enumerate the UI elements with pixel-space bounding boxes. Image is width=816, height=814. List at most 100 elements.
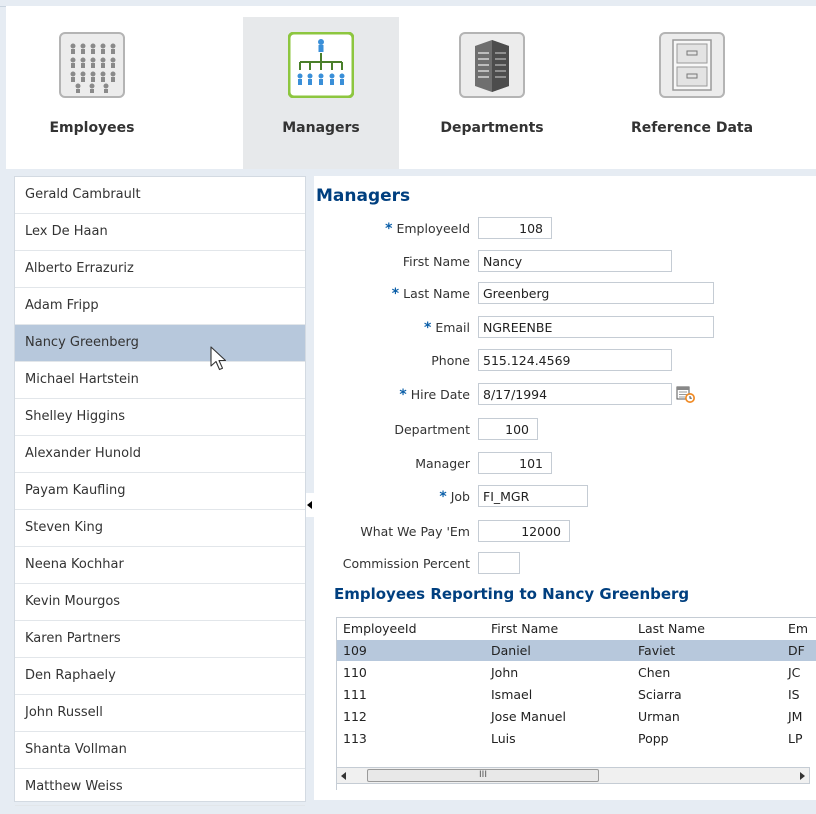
last-name-label: Last Name [403, 286, 470, 301]
column-header[interactable]: EmployeeId [343, 618, 417, 639]
table-cell: Urman [638, 709, 680, 724]
table-cell: Popp [638, 731, 669, 746]
list-item[interactable]: Den Raphaely [15, 658, 305, 695]
list-item[interactable]: Payam Kaufling [15, 473, 305, 510]
table-cell: Ismael [491, 687, 533, 702]
list-item[interactable]: Gerald Cambrault [15, 177, 305, 214]
list-item[interactable]: Adam Fripp [15, 288, 305, 325]
file-cabinet-icon [659, 32, 725, 98]
email-label: Email [435, 320, 470, 335]
table-row[interactable]: 113 Luis Popp LP [337, 728, 816, 749]
calendar-icon[interactable] [676, 384, 696, 404]
list-item[interactable]: Neena Kochhar [15, 547, 305, 584]
salary-field[interactable]: 12000 [478, 520, 570, 542]
field-row-salary: What We Pay 'Em 12000 [314, 520, 816, 544]
scroll-left-arrow-icon[interactable] [341, 772, 346, 780]
column-header[interactable]: Em [788, 618, 808, 639]
field-row-hire-date: * Hire Date 8/17/1994 [314, 383, 816, 407]
table-cell: Sciarra [638, 687, 682, 702]
employee-id-label: EmployeeId [396, 221, 470, 236]
table-cell: Luis [491, 731, 516, 746]
field-row-department: Department 100 [314, 418, 816, 442]
table-row[interactable]: 112 Jose Manuel Urman JM [337, 706, 816, 727]
department-field[interactable]: 100 [478, 418, 538, 440]
tab-reference-data[interactable]: Reference Data [614, 17, 770, 169]
table-cell: JC [788, 665, 801, 680]
reports-table: EmployeeId First Name Last Name Em 109 D… [336, 617, 816, 790]
list-item[interactable]: John Russell [15, 695, 305, 732]
job-label: Job [450, 489, 470, 504]
top-navigation: Employees Managers Departments Reference… [6, 6, 816, 169]
required-marker: * [391, 286, 400, 302]
horizontal-scrollbar[interactable]: III [336, 767, 810, 784]
table-cell: DF [788, 643, 805, 658]
field-row-phone: Phone 515.124.4569 [314, 349, 816, 373]
list-item[interactable]: Shelley Higgins [15, 399, 305, 436]
required-marker: * [385, 221, 393, 237]
org-chart-icon [287, 31, 355, 99]
list-item[interactable]: Karen Partners [15, 621, 305, 658]
list-item[interactable]: Lex De Haan [15, 214, 305, 251]
list-item[interactable]: Matthew Weiss [15, 769, 305, 806]
table-cell: John [491, 665, 519, 680]
column-header[interactable]: Last Name [638, 618, 705, 639]
email-field[interactable]: NGREENBE [478, 316, 714, 338]
list-item[interactable]: Alexander Hunold [15, 436, 305, 473]
table-cell: Jose Manuel [491, 709, 566, 724]
field-row-commission: Commission Percent [314, 552, 816, 576]
manager-detail-panel: Managers * EmployeeId 108 First Name Nanc… [314, 176, 816, 800]
commission-label: Commission Percent [342, 556, 470, 571]
hire-date-label: Hire Date [410, 387, 470, 402]
first-name-field[interactable]: Nancy [478, 250, 672, 272]
field-row-first-name: First Name Nancy [314, 250, 816, 274]
table-cell: 109 [343, 643, 367, 658]
tab-managers-label: Managers [282, 120, 360, 136]
table-row[interactable]: 111 Ismael Sciarra IS [337, 684, 816, 705]
table-row[interactable]: 110 John Chen JC [337, 662, 816, 683]
list-item-selected[interactable]: Nancy Greenberg [15, 325, 305, 362]
tab-departments-label: Departments [440, 120, 544, 136]
list-item[interactable]: Shanta Vollman [15, 732, 305, 769]
table-cell: LP [788, 731, 803, 746]
employee-id-field[interactable]: 108 [478, 217, 552, 239]
table-cell: 111 [343, 687, 367, 702]
hire-date-field[interactable]: 8/17/1994 [478, 383, 672, 405]
salary-label: What We Pay 'Em [360, 524, 470, 539]
first-name-label: First Name [402, 254, 470, 269]
department-label: Department [394, 422, 470, 437]
table-cell: Chen [638, 665, 671, 680]
table-cell: 110 [343, 665, 367, 680]
field-row-last-name: * Last Name Greenberg [314, 282, 816, 306]
list-item[interactable]: Kevin Mourgos [15, 584, 305, 621]
tab-employees-label: Employees [49, 120, 135, 136]
list-item[interactable]: Michael Hartstein [15, 362, 305, 399]
table-cell: Daniel [491, 643, 531, 658]
phone-field[interactable]: 515.124.4569 [478, 349, 672, 371]
table-row-selected[interactable]: 109 Daniel Faviet DF [337, 640, 816, 661]
list-item[interactable]: Steven King [15, 510, 305, 547]
table-cell: Faviet [638, 643, 676, 658]
required-marker: * [399, 387, 407, 403]
tab-departments[interactable]: Departments [414, 17, 570, 169]
building-icon [459, 32, 525, 98]
reports-title: Employees Reporting to Nancy Greenberg [334, 585, 690, 603]
form-title: Managers [316, 186, 411, 206]
job-field[interactable]: FI_MGR [478, 485, 588, 507]
column-header[interactable]: First Name [491, 618, 558, 639]
table-header: EmployeeId First Name Last Name Em [337, 618, 816, 639]
table-cell: 113 [343, 731, 367, 746]
scroll-right-arrow-icon[interactable] [800, 772, 805, 780]
field-row-manager: Manager 101 [314, 452, 816, 476]
commission-field[interactable] [478, 552, 520, 574]
field-row-job: * Job FI_MGR [314, 485, 816, 509]
mouse-pointer-icon [210, 346, 232, 376]
list-item[interactable]: Alberto Errazuriz [15, 251, 305, 288]
scroll-thumb[interactable]: III [367, 769, 599, 782]
field-row-employee-id: * EmployeeId 108 [314, 217, 816, 241]
manager-field[interactable]: 101 [478, 452, 552, 474]
tab-employees[interactable]: Employees [14, 17, 170, 169]
tab-reference-data-label: Reference Data [630, 120, 754, 136]
tab-managers[interactable]: Managers [243, 17, 399, 169]
table-cell: JM [788, 709, 803, 724]
last-name-field[interactable]: Greenberg [478, 282, 714, 304]
